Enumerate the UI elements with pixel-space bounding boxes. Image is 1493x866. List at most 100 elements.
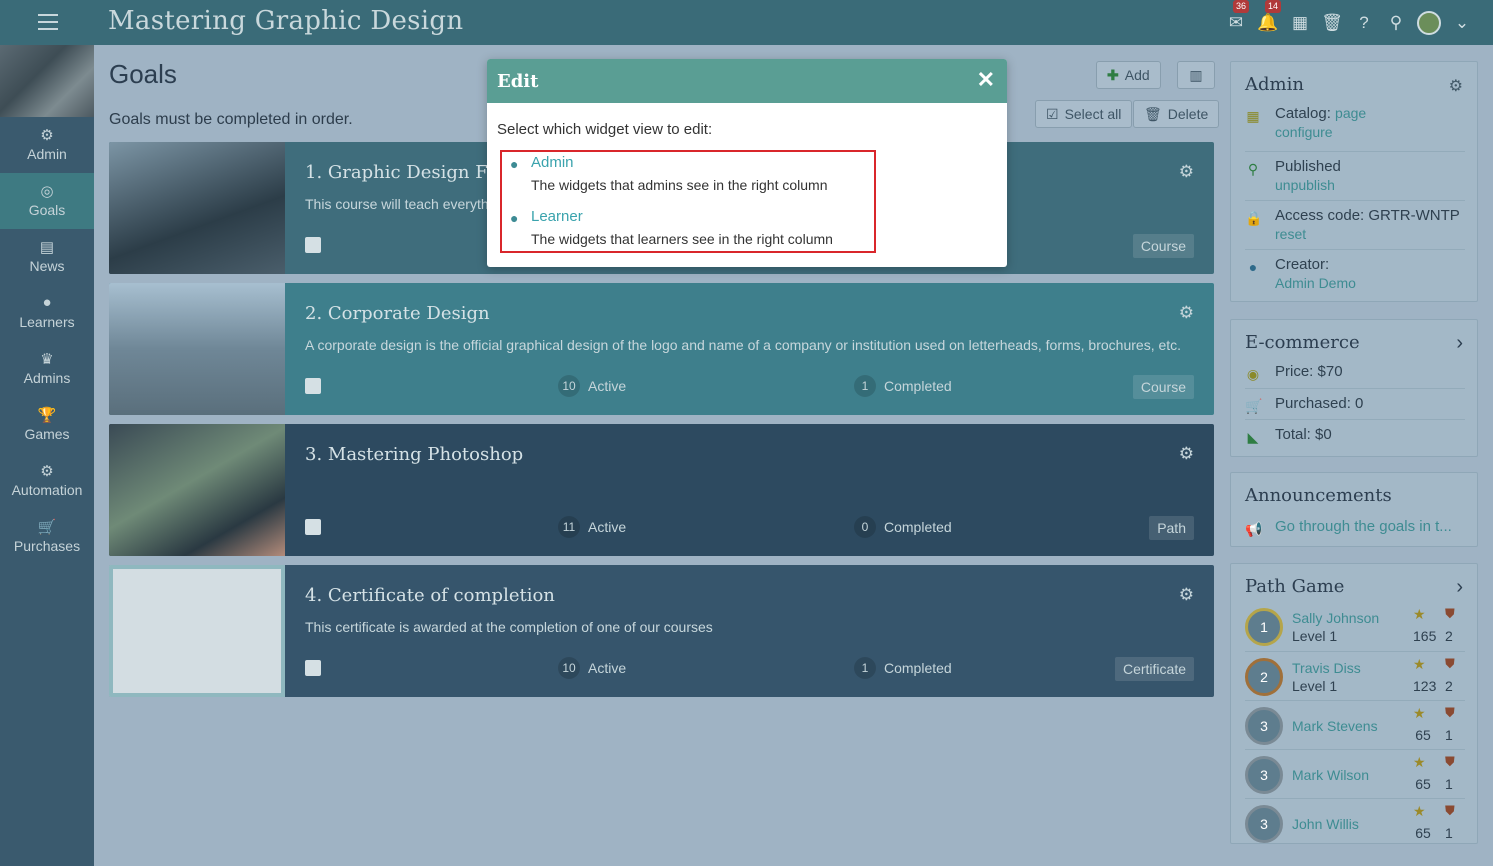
modal-title: Edit (497, 71, 539, 92)
notifications-icon[interactable]: 🔔 14 (1257, 0, 1282, 34)
announcements-panel: Announcements 📢 Go through the goals in t… (1230, 472, 1478, 547)
gear-icon[interactable]: ⚙ (1179, 444, 1194, 464)
course-image (0, 45, 94, 117)
path-game-panel: Path Game › 1 Sally Johnson Level 1 ★ ⛊ … (1230, 563, 1478, 844)
leaderboard-row[interactable]: 3 Mark Wilson ★ ⛊ 65 1 (1245, 749, 1465, 798)
user-avatar[interactable] (1417, 10, 1441, 35)
leaderboard-row[interactable]: 2 Travis Diss Level 1 ★ ⛊ 123 2 (1245, 651, 1465, 700)
goal-checkbox[interactable] (305, 660, 321, 676)
gear-icon[interactable]: ⚙ (1179, 303, 1194, 323)
active-stat: 10 Active (558, 657, 626, 679)
sidebar-item-automation[interactable]: ⚙ Automation (0, 453, 94, 509)
sidebar-item-admins[interactable]: ♛ Admins (0, 341, 94, 397)
goal-checkbox[interactable] (305, 519, 321, 535)
creator-link[interactable]: Admin Demo (1275, 274, 1356, 293)
sidebar-item-games[interactable]: 🏆 Games (0, 397, 94, 453)
delete-button[interactable]: 🗑 Delete (1133, 100, 1220, 128)
goal-checkbox[interactable] (305, 237, 321, 253)
ecommerce-panel-title: E-commerce (1245, 332, 1360, 353)
search-icon[interactable]: ⚲ (1385, 12, 1407, 34)
help-icon[interactable]: ? (1353, 12, 1375, 34)
goal-type-badge: Certificate (1114, 657, 1194, 681)
cart-icon: 🛒 (1245, 398, 1263, 414)
sidebar-item-goals[interactable]: ◎ Goals (0, 173, 94, 229)
leaderboard-row[interactable]: 3 Mark Stevens ★ ⛊ 65 1 (1245, 700, 1465, 749)
announcement-item[interactable]: 📢 Go through the goals in t... (1245, 517, 1465, 538)
leaderboard-row[interactable]: 3 John Willis ★ ⛊ 65 1 (1245, 798, 1465, 847)
user-icon: ● (510, 156, 519, 172)
player-points: 65 (1415, 776, 1431, 792)
goal-thumbnail (109, 283, 285, 415)
sidebar: ⚙ Admin ◎ Goals ▤ News ● Learners ♛ Admins 🏆 G… (0, 45, 94, 866)
chevron-right-icon[interactable]: › (1456, 332, 1463, 355)
gear-icon[interactable]: ⚙ (1179, 162, 1194, 182)
goal-title[interactable]: 2. Corporate Design (305, 303, 490, 324)
player-name[interactable]: Travis Diss (1292, 660, 1361, 676)
sidebar-item-news[interactable]: ▤ News (0, 229, 94, 285)
star-icon: ★ (1413, 754, 1426, 770)
user-icon: ● (510, 210, 519, 226)
megaphone-icon: 📢 (1245, 521, 1263, 537)
avatar: 1 (1245, 608, 1283, 646)
configure-link[interactable]: configure (1275, 123, 1366, 142)
certificate-thumbnail (109, 565, 285, 697)
chevron-down-icon[interactable]: ⌄ (1451, 12, 1473, 34)
goal-title[interactable]: 3. Mastering Photoshop (305, 444, 523, 465)
top-bar: Mastering Graphic Design ✉ 36 🔔 14 ▦ 🗑 ? ⚲… (0, 0, 1493, 45)
player-name[interactable]: Mark Stevens (1292, 718, 1378, 734)
menu-icon[interactable] (38, 14, 58, 30)
leaderboard-row[interactable]: 1 Sally Johnson Level 1 ★ ⛊ 165 2 (1245, 602, 1465, 651)
modal-instruction: Select which widget view to edit: (497, 121, 713, 138)
shield-icon: ⛊ (1445, 705, 1455, 720)
announcements-panel-title: Announcements (1245, 485, 1392, 506)
player-name[interactable]: Mark Wilson (1292, 767, 1369, 783)
add-button[interactable]: ✚ Add (1096, 61, 1161, 89)
gears-icon: ⚙ (40, 463, 54, 480)
select-all-button[interactable]: ☑ Select all (1035, 100, 1133, 128)
option-label[interactable]: Learner (531, 208, 583, 225)
reset-link[interactable]: reset (1275, 225, 1460, 244)
messages-badge: 36 (1233, 0, 1250, 13)
price-row: ◉ Price: $70 (1246, 363, 1343, 382)
gear-icon: ⚙ (40, 127, 54, 144)
view-toggle-button[interactable]: ▥ (1177, 61, 1215, 89)
sidebar-item-learners[interactable]: ● Learners (0, 285, 94, 341)
player-name[interactable]: Sally Johnson (1292, 610, 1379, 626)
shield-icon: ⛊ (1445, 606, 1455, 621)
sidebar-item-purchases[interactable]: 🛒 Purchases (0, 509, 94, 565)
player-badges: 1 (1445, 727, 1453, 743)
plus-icon: ✚ (1107, 66, 1119, 83)
calendar-icon[interactable]: ▦ (1289, 12, 1311, 34)
messages-icon[interactable]: ✉ 36 (1225, 0, 1250, 34)
goal-checkbox[interactable] (305, 378, 321, 394)
trophy-icon: 🏆 (37, 407, 57, 424)
notifications-badge: 14 (1265, 0, 1282, 13)
player-name[interactable]: John Willis (1292, 816, 1359, 832)
avatar: 3 (1245, 707, 1283, 745)
purchased-row: 🛒 Purchased: 0 (1245, 388, 1465, 415)
goal-title[interactable]: 4. Certificate of completion (305, 585, 555, 606)
unpublish-link[interactable]: unpublish (1275, 176, 1341, 195)
goal-card[interactable]: 3. Mastering Photoshop ⚙ 11 Active 0 Compl… (109, 424, 1214, 556)
sidebar-item-admin[interactable]: ⚙ Admin (0, 117, 94, 173)
option-label[interactable]: Admin (531, 154, 574, 171)
star-icon: ★ (1413, 803, 1426, 819)
player-points: 65 (1415, 727, 1431, 743)
shield-icon: ⛊ (1445, 754, 1455, 769)
player-level: Level 1 (1292, 678, 1338, 694)
player-badges: 1 (1445, 776, 1453, 792)
gear-icon[interactable]: ⚙ (1449, 76, 1463, 96)
goal-card[interactable]: 4. Certificate of completion This certif… (109, 565, 1214, 697)
checkbox-icon: ☑ (1046, 105, 1059, 122)
gear-icon[interactable]: ⚙ (1179, 585, 1194, 605)
catalog-page-link[interactable]: page (1335, 105, 1366, 121)
goal-card[interactable]: 2. Corporate Design A corporate design i… (109, 283, 1214, 415)
chevron-right-icon[interactable]: › (1456, 576, 1463, 599)
player-badges: 1 (1445, 825, 1453, 841)
close-icon[interactable]: ✕ (977, 67, 995, 93)
goal-description: A corporate design is the official graph… (305, 337, 1182, 353)
player-badges: 2 (1445, 628, 1453, 644)
trash-icon[interactable]: 🗑 (1321, 12, 1343, 34)
options-highlight: ● Admin The widgets that admins see in t… (500, 150, 876, 253)
goal-title[interactable]: 1. Graphic Design Fur (305, 162, 508, 183)
